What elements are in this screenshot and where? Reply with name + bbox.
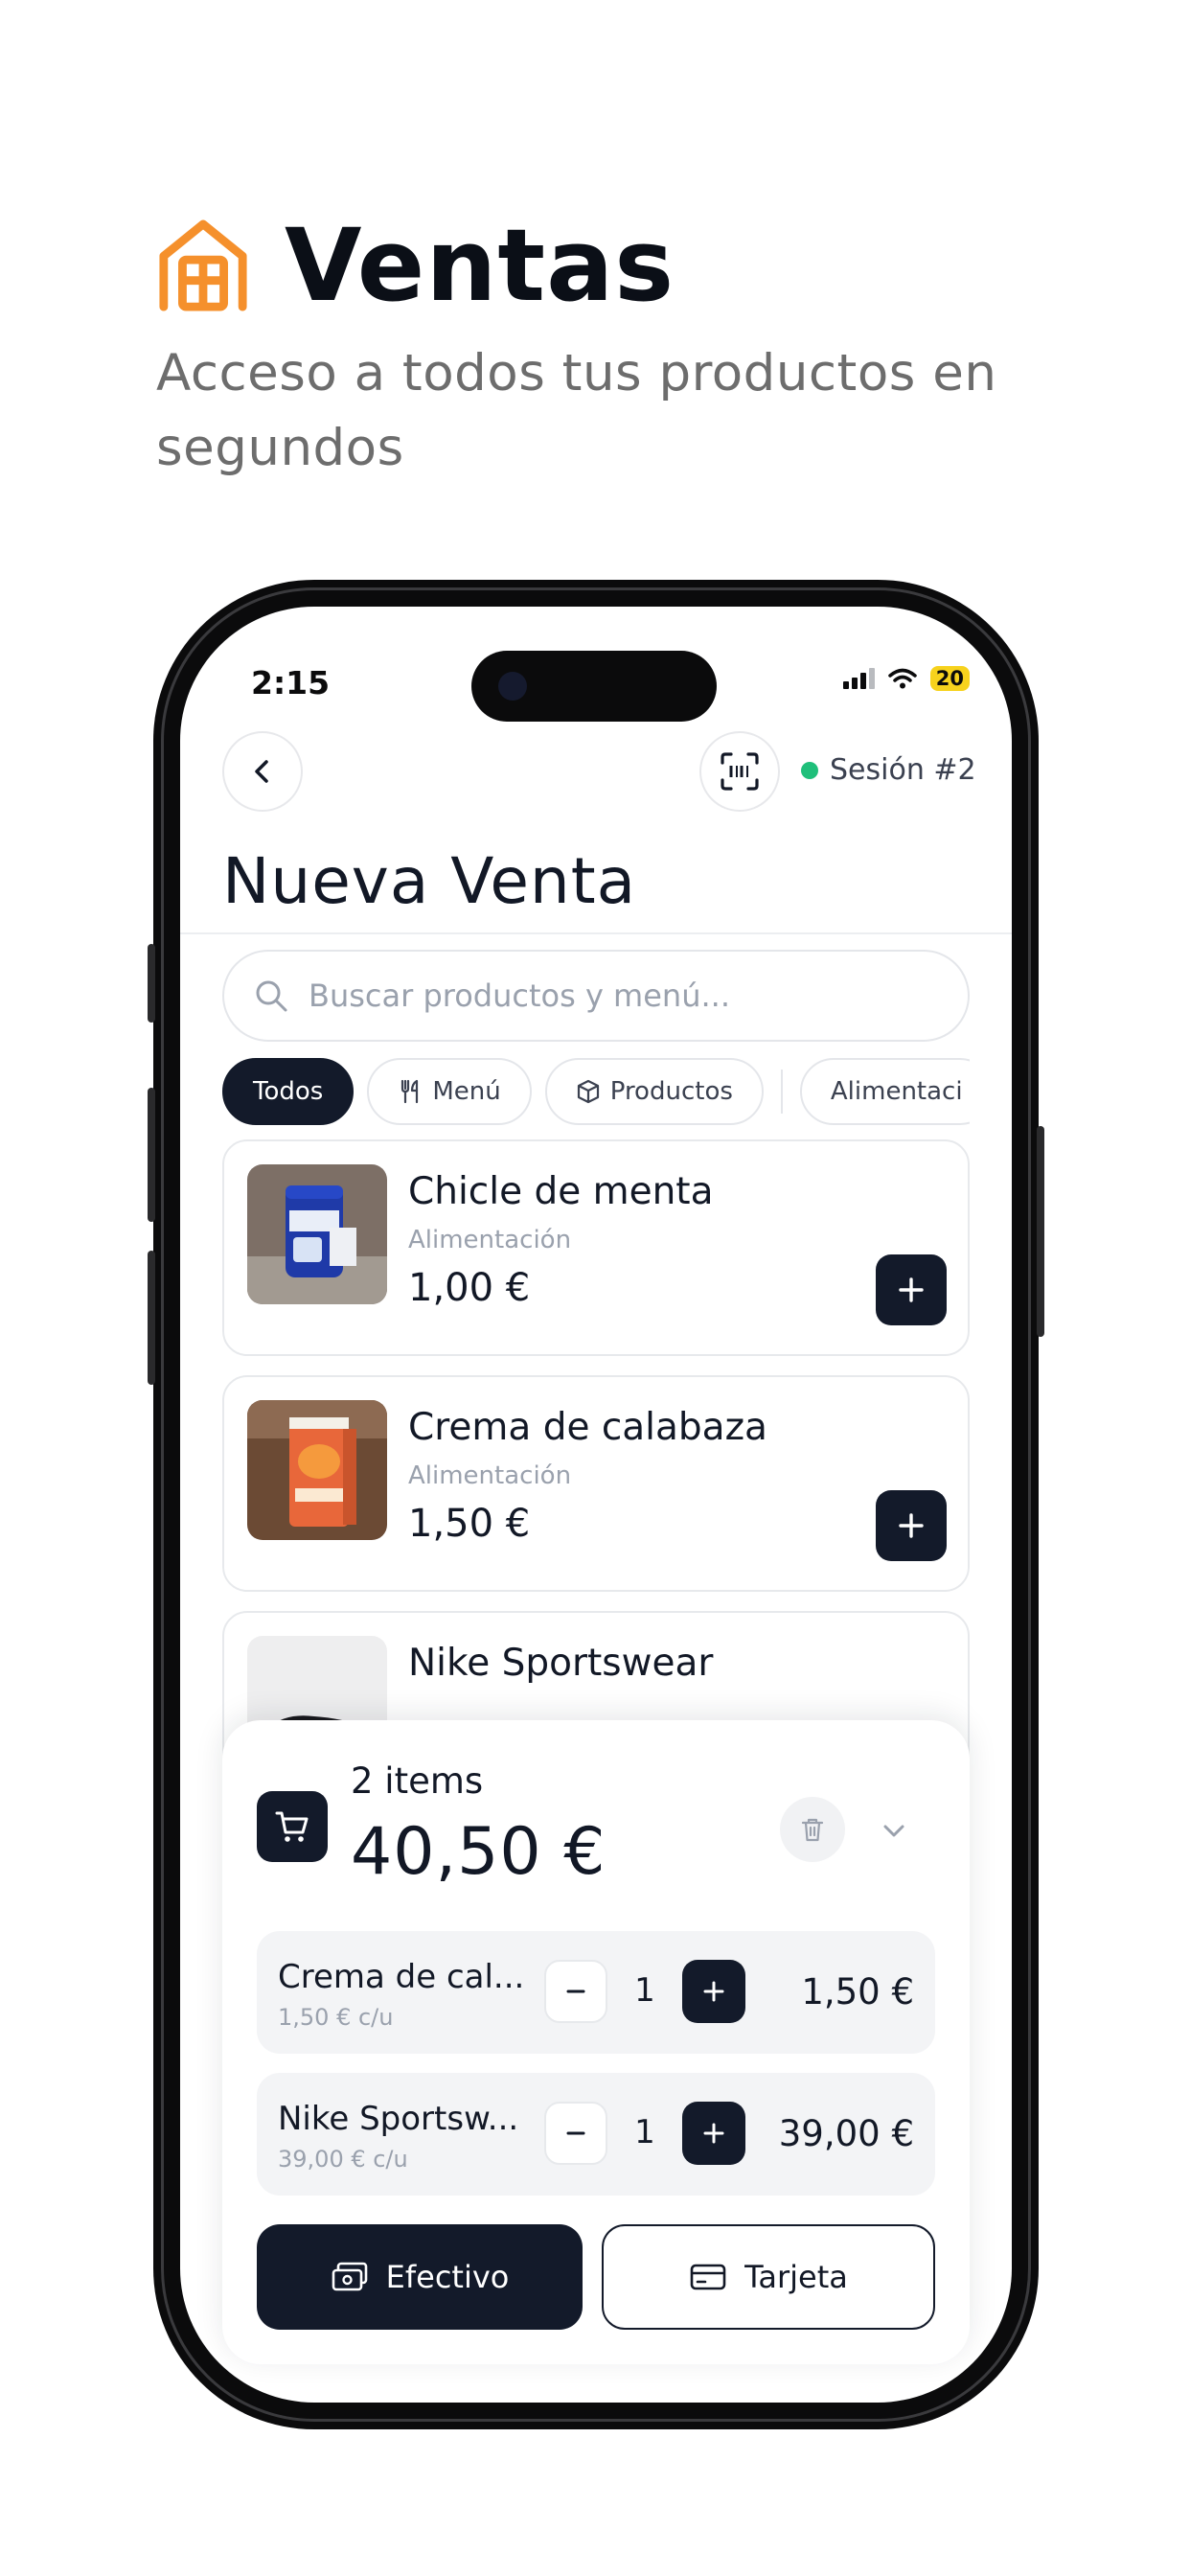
pay-card-button[interactable]: Tarjeta [602, 2224, 935, 2330]
phone-frame: 2:15 20 Sesión #2 Nueva Venta Buscar pro… [148, 580, 1044, 2429]
cart-line-unit-price: 39,00 € c/u [278, 2146, 408, 2173]
cart-line-name: Nike Sportsw... [278, 2100, 519, 2138]
decrease-qty-button[interactable] [544, 1960, 607, 2023]
search-input[interactable] [309, 978, 883, 1014]
volume-up-button [148, 1088, 155, 1222]
product-name: Nike Sportswear [408, 1642, 714, 1685]
cart-sheet: 2 items 40,50 € Crema de cal... 1,50 € c… [222, 1720, 970, 2364]
product-price: 1,50 € [408, 1502, 531, 1546]
back-button[interactable] [222, 731, 303, 812]
search-bar[interactable] [222, 950, 970, 1042]
product-category: Alimentación [408, 1461, 572, 1490]
minus-icon [566, 2131, 585, 2135]
dynamic-island [471, 651, 717, 722]
product-image-crema [247, 1400, 387, 1540]
cart-icon [275, 1811, 309, 1842]
plus-icon [703, 2123, 724, 2144]
filter-divider [780, 1070, 783, 1114]
add-to-cart-button[interactable] [876, 1490, 947, 1561]
cart-line: Crema de cal... 1,50 € c/u 1 1,50 € [257, 1931, 935, 2054]
filter-chip-alimentacion[interactable]: Alimentaci [799, 1058, 970, 1125]
product-category: Alimentación [408, 1226, 572, 1254]
search-icon [256, 980, 287, 1012]
hero-subtitle: Acceso a todos tus productos en segundos [156, 344, 997, 477]
filter-chip-label: Productos [609, 1077, 733, 1106]
filter-chip-label: Menú [432, 1077, 501, 1106]
cart-line: Nike Sportsw... 39,00 € c/u 1 39,00 € [257, 2073, 935, 2196]
cart-line-name: Crema de cal... [278, 1958, 525, 1996]
trash-icon [801, 1818, 824, 1842]
cash-icon [332, 2262, 367, 2291]
plus-icon [703, 1981, 724, 2002]
cart-line-qty: 1 [634, 2113, 655, 2151]
chevron-left-icon [255, 760, 268, 783]
decrease-qty-button[interactable] [544, 2102, 607, 2165]
increase-qty-button[interactable] [682, 1960, 745, 2023]
barcode-scan-icon [721, 752, 759, 791]
filter-chip-productos[interactable]: Productos [544, 1058, 764, 1125]
product-image-chicle [247, 1164, 387, 1304]
filter-chip-label: Alimentaci [830, 1077, 963, 1106]
session-label: Sesión #2 [830, 753, 976, 787]
hero-title-row: Ventas [156, 216, 1076, 315]
cart-icon-badge [257, 1791, 328, 1862]
cart-line-total: 39,00 € [778, 2113, 914, 2154]
power-button [1037, 1126, 1044, 1337]
header-divider [180, 932, 1012, 934]
status-indicators: 20 [842, 666, 970, 691]
product-card[interactable]: Chicle de menta Alimentación 1,00 € [222, 1139, 970, 1356]
pay-card-label: Tarjeta [744, 2259, 848, 2295]
product-card[interactable]: Crema de calabaza Alimentación 1,50 € [222, 1375, 970, 1592]
wifi-icon [888, 668, 917, 689]
add-to-cart-button[interactable] [876, 1254, 947, 1325]
session-status-dot [801, 761, 818, 779]
app-screen: 2:15 20 Sesión #2 Nueva Venta Buscar pro… [180, 607, 1012, 2403]
product-name: Chicle de menta [408, 1170, 714, 1213]
hero-title: Ventas [285, 207, 675, 324]
cart-line-unit-price: 1,50 € c/u [278, 2004, 394, 2031]
cart-line-qty: 1 [634, 1971, 655, 2010]
filter-chip-todos[interactable]: Todos [222, 1058, 355, 1125]
cart-item-count: 2 items [351, 1760, 484, 1802]
credit-card-icon [690, 2264, 726, 2290]
fork-knife-icon [401, 1079, 419, 1104]
signal-icon [842, 668, 875, 689]
box-icon [577, 1079, 599, 1104]
battery-icon: 20 [929, 666, 970, 691]
minus-icon [566, 1990, 585, 1993]
action-button [148, 944, 155, 1023]
plus-icon [899, 1513, 924, 1538]
hero: Ventas Acceso a todos tus productos en s… [156, 216, 1076, 486]
session-indicator: Sesión #2 [801, 753, 976, 787]
scan-button[interactable] [699, 731, 780, 812]
plus-icon [899, 1277, 924, 1302]
product-name: Crema de calabaza [408, 1406, 767, 1449]
product-price: 1,00 € [408, 1266, 531, 1310]
collapse-cart-button[interactable] [870, 1806, 918, 1854]
volume-down-button [148, 1251, 155, 1385]
cart-total: 40,50 € [351, 1814, 606, 1890]
increase-qty-button[interactable] [682, 2102, 745, 2165]
pay-cash-button[interactable]: Efectivo [257, 2224, 583, 2330]
chevron-down-icon [883, 1825, 904, 1837]
filter-chip-label: Todos [253, 1077, 324, 1106]
pay-cash-label: Efectivo [385, 2259, 510, 2295]
store-icon [159, 219, 247, 311]
page-title: Nueva Venta [222, 844, 637, 918]
filter-chips: Todos Menú Productos Alimentaci [222, 1057, 970, 1126]
status-time: 2:15 [251, 664, 331, 702]
camera-icon [498, 672, 527, 701]
filter-chip-menu[interactable]: Menú [367, 1058, 532, 1125]
clear-cart-button[interactable] [780, 1797, 845, 1862]
cart-line-total: 1,50 € [801, 1971, 914, 2012]
